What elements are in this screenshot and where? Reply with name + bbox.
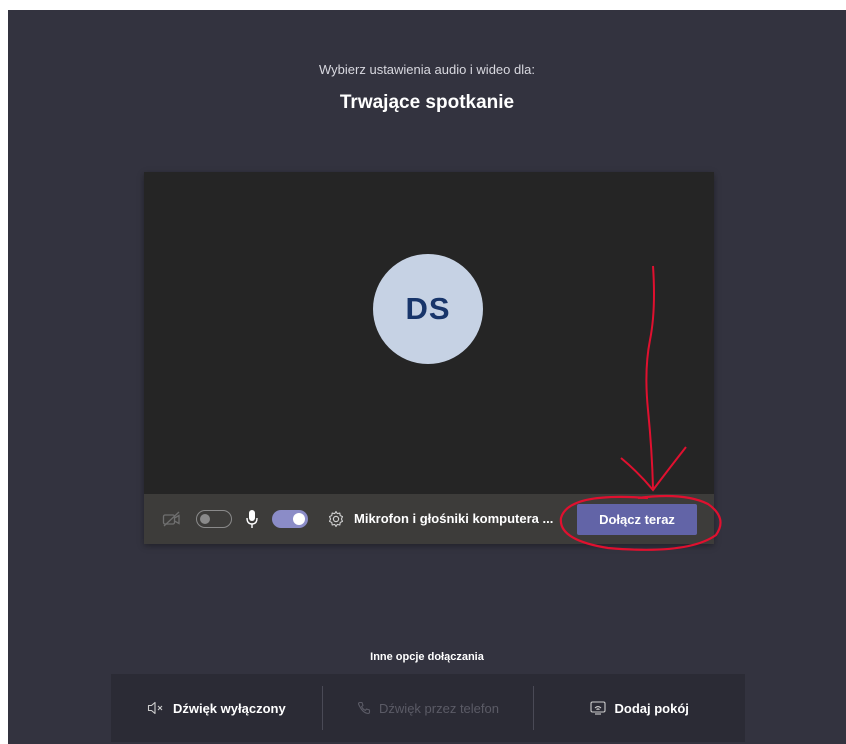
speaker-off-icon [147, 701, 165, 715]
microphone-toggle[interactable] [272, 510, 308, 528]
phone-icon [357, 701, 371, 715]
room-cast-icon [590, 701, 607, 715]
phone-audio-label: Dźwięk przez telefon [379, 700, 499, 716]
audio-device-selector[interactable]: Mikrofon i głośniki komputera ... [354, 511, 564, 526]
add-room-option[interactable]: Dodaj pokój [534, 674, 745, 742]
meeting-title: Trwające spotkanie [339, 92, 515, 113]
avatar: DS [373, 254, 483, 364]
camera-off-icon [162, 510, 182, 528]
prejoin-subtitle: Wybierz ustawienia audio i wideo dla: [319, 62, 535, 77]
add-room-label: Dodaj pokój [614, 700, 689, 716]
device-controls-bar: Mikrofon i głośniki komputera ... Dołącz… [144, 494, 714, 544]
prejoin-screen: Wybierz ustawienia audio i wideo dla: Tr… [8, 10, 846, 744]
gear-icon[interactable] [327, 510, 345, 528]
audio-off-label: Dźwięk wyłączony [172, 700, 286, 716]
camera-toggle[interactable] [196, 510, 232, 528]
audio-off-option[interactable]: Dźwięk wyłączony [111, 674, 322, 742]
video-preview: DS Mikrofon i głośniki komputera ... Doł… [144, 172, 714, 544]
phone-audio-option[interactable]: Dźwięk przez telefon [323, 674, 534, 742]
other-join-options-label: Inne opcje dołączania [370, 651, 484, 663]
join-now-button[interactable]: Dołącz teraz [577, 504, 697, 535]
other-join-options: Dźwięk wyłączony Dźwięk przez telefon Do… [111, 674, 745, 742]
microphone-icon [245, 509, 259, 529]
